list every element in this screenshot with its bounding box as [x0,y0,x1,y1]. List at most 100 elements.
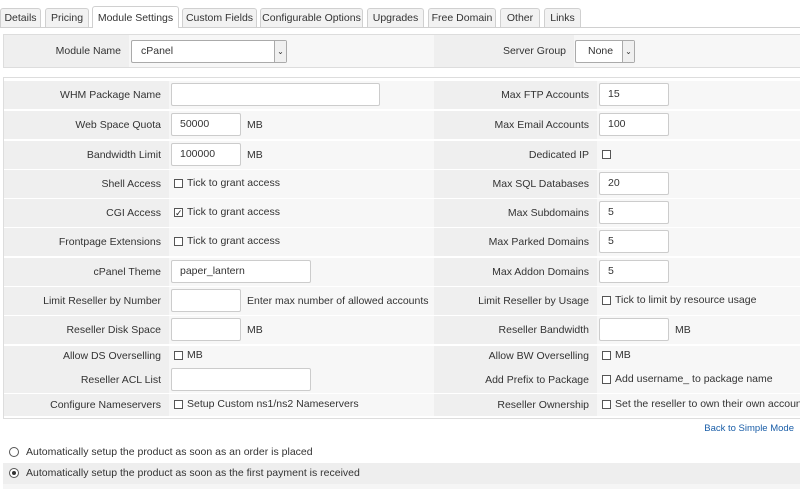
server-group-label: Server Group [434,35,574,67]
tab-pricing[interactable]: Pricing [45,8,89,27]
dedicated-ip-checkbox[interactable] [602,150,611,159]
reseller-disk-space-cell: MB [169,316,434,344]
cpanel-theme-input[interactable]: paper_lantern [171,260,311,283]
back-to-simple-mode-link[interactable]: Back to Simple Mode [704,423,794,434]
max-parked-domains-input[interactable]: 5 [599,230,669,253]
shell-access-checkbox[interactable] [174,179,183,188]
max-subdomains-label: Max Subdomains [434,199,597,227]
reseller-disk-space-label: Reseller Disk Space [4,316,169,344]
setup-option-first-payment[interactable]: Automatically setup the product as soon … [3,463,800,484]
module-name-value: cPanel [141,45,174,57]
max-email-accounts-cell: 100 [597,111,800,139]
cgi-access-cell: ✓ Tick to grant access [169,199,434,227]
setup-option-radio[interactable] [9,468,19,478]
max-addon-domains-input[interactable]: 5 [599,260,669,283]
max-parked-domains-label: Max Parked Domains [434,228,597,256]
setup-option-order-placed[interactable]: Automatically setup the product as soon … [3,442,800,463]
reseller-disk-space-input[interactable] [171,318,241,341]
reseller-ownership-checkbox[interactable] [602,400,611,409]
limit-reseller-by-number-label: Limit Reseller by Number [4,287,169,315]
reseller-ownership-label: Reseller Ownership [434,394,597,416]
max-sql-databases-cell: 20 [597,170,800,198]
max-addon-domains-cell: 5 [597,258,800,286]
frontpage-extensions-checkbox[interactable] [174,237,183,246]
add-prefix-to-package-cell: Add username_ to package name [597,366,800,393]
tab-free-domain[interactable]: Free Domain [428,8,496,27]
module-box: Module Name cPanel ⌄ Server Group None ⌄ [3,34,800,68]
configure-nameservers-cell: Setup Custom ns1/ns2 Nameservers [169,394,434,416]
allow-ds-overselling-checkbox[interactable] [174,351,183,360]
shell-access-cell: Tick to grant access [169,170,434,198]
tab-links[interactable]: Links [544,8,581,27]
dedicated-ip-label: Dedicated IP [434,141,597,169]
web-space-quota-input[interactable]: 50000 [171,113,241,136]
shell-access-text: Tick to grant access [187,177,280,189]
whm-package-name-cell [169,81,434,109]
configure-nameservers-checkbox[interactable] [174,400,183,409]
setup-option-label: Automatically setup the product as soon … [26,446,313,458]
limit-reseller-by-usage-cell: Tick to limit by resource usage [597,287,800,315]
web-space-quota-cell: 50000 MB [169,111,434,139]
add-prefix-to-package-text: Add username_ to package name [615,373,773,385]
add-prefix-to-package-checkbox[interactable] [602,375,611,384]
whm-package-name-label: WHM Package Name [4,81,169,109]
chevron-down-icon: ⌄ [274,41,286,62]
reseller-acl-list-label: Reseller ACL List [4,366,169,393]
max-ftp-accounts-cell: 15 [597,81,800,109]
server-group-select[interactable]: None ⌄ [575,40,635,63]
tab-details[interactable]: Details [0,8,41,27]
limit-reseller-by-number-input[interactable] [171,289,241,312]
limit-reseller-by-usage-text: Tick to limit by resource usage [615,294,757,306]
shell-access-label: Shell Access [4,170,169,198]
module-name-cell: cPanel ⌄ [129,35,434,67]
cgi-access-text: Tick to grant access [187,206,280,218]
frontpage-extensions-text: Tick to grant access [187,235,280,247]
server-group-cell: None ⌄ [574,35,800,67]
reseller-bandwidth-input[interactable] [599,318,669,341]
setup-option-label: Automatically setup the product as soon … [26,467,360,479]
tab-custom-fields[interactable]: Custom Fields [182,8,257,27]
bandwidth-limit-input[interactable]: 100000 [171,143,241,166]
max-sql-databases-input[interactable]: 20 [599,172,669,195]
cgi-access-label: CGI Access [4,199,169,227]
max-email-accounts-input[interactable]: 100 [599,113,669,136]
allow-bw-overselling-checkbox[interactable] [602,351,611,360]
bandwidth-limit-cell: 100000 MB [169,141,434,169]
reseller-ownership-text: Set the reseller to own their own accoun… [615,398,800,410]
frontpage-extensions-label: Frontpage Extensions [4,228,169,256]
settings-box: WHM Package Name Max FTP Accounts 15 Web… [3,77,800,419]
limit-reseller-by-usage-label: Limit Reseller by Usage [434,287,597,315]
reseller-ownership-cell: Set the reseller to own their own accoun… [597,394,800,416]
tab-bar: Details Pricing Module Settings Custom F… [0,0,800,28]
whm-package-name-input[interactable] [171,83,380,106]
limit-reseller-by-usage-checkbox[interactable] [602,296,611,305]
limit-reseller-by-number-cell: Enter max number of allowed accounts [169,287,434,315]
module-name-select[interactable]: cPanel ⌄ [131,40,287,63]
max-ftp-accounts-label: Max FTP Accounts [434,81,597,109]
server-group-value: None [588,45,614,57]
allow-ds-overselling-text: MB [187,349,203,361]
max-email-accounts-label: Max Email Accounts [434,111,597,139]
module-name-label: Module Name [4,35,129,67]
reseller-bandwidth-label: Reseller Bandwidth [434,316,597,344]
next-row-edge [3,484,800,489]
tab-other[interactable]: Other [500,8,540,27]
tab-module-settings[interactable]: Module Settings [92,6,179,28]
reseller-bandwidth-cell: MB [597,316,800,344]
allow-bw-overselling-text: MB [615,349,631,361]
setup-option-radio[interactable] [9,447,19,457]
configure-nameservers-label: Configure Nameservers [4,394,169,416]
configure-nameservers-text: Setup Custom ns1/ns2 Nameservers [187,398,359,410]
tab-configurable-options[interactable]: Configurable Options [260,8,363,27]
max-subdomains-cell: 5 [597,199,800,227]
allow-ds-overselling-label: Allow DS Overselling [4,346,169,366]
tab-upgrades[interactable]: Upgrades [367,8,424,27]
max-sql-databases-label: Max SQL Databases [434,170,597,198]
reseller-acl-list-input[interactable] [171,368,311,391]
reseller-acl-list-cell [169,366,434,393]
frontpage-extensions-cell: Tick to grant access [169,228,434,256]
cgi-access-checkbox[interactable]: ✓ [174,208,183,218]
max-subdomains-input[interactable]: 5 [599,201,669,224]
web-space-quota-unit: MB [247,119,263,131]
max-ftp-accounts-input[interactable]: 15 [599,83,669,106]
